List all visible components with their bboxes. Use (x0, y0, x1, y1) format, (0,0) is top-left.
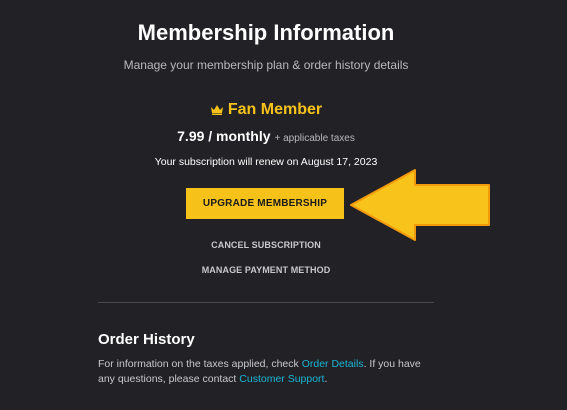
order-history-text-part3: . (324, 373, 328, 385)
membership-page: Membership Information Manage your membe… (0, 0, 567, 410)
crown-icon (210, 105, 223, 115)
order-history-text-part1: For information on the taxes applied, ch… (98, 358, 302, 370)
taxes-note: + applicable taxes (274, 133, 355, 144)
price-amount: 7.99 / monthly (177, 128, 271, 144)
manage-payment-method-link[interactable]: MANAGE PAYMENT METHOD (0, 265, 532, 275)
upgrade-membership-button[interactable]: UPGRADE MEMBERSHIP (186, 188, 344, 219)
plan-name-label: Fan Member (227, 101, 323, 118)
cancel-subscription-link[interactable]: CANCEL SUBSCRIPTION (0, 240, 532, 250)
page-subtitle: Manage your membership plan & order hist… (123, 58, 409, 72)
plan-name: Fan Member (0, 101, 532, 119)
order-history-text: For information on the taxes applied, ch… (98, 357, 428, 387)
customer-support-link[interactable]: Customer Support (239, 373, 324, 385)
order-details-link[interactable]: Order Details (302, 358, 364, 370)
pointer-arrow-icon (350, 169, 490, 241)
section-divider (98, 302, 434, 303)
order-history-title: Order History (98, 331, 195, 348)
renewal-text: Your subscription will renew on August 1… (154, 156, 378, 168)
page-title: Membership Information (137, 20, 395, 45)
plan-price: 7.99 / monthly + applicable taxes (0, 128, 532, 146)
